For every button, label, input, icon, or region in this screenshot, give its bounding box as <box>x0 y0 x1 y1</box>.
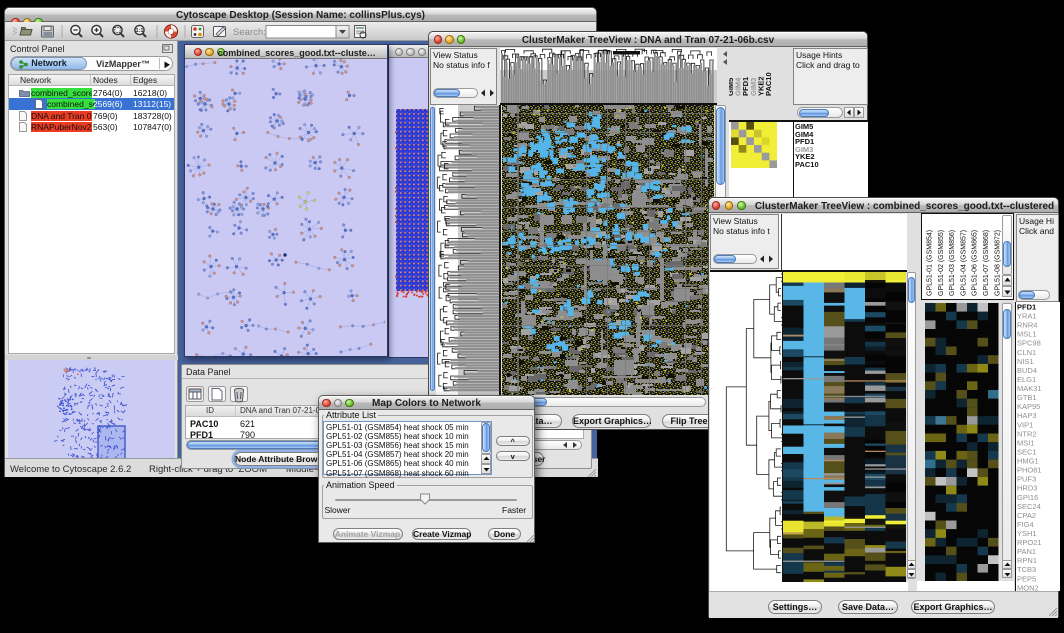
svg-text:GPL51-03 (GSM856): GPL51-03 (GSM856) <box>949 230 956 296</box>
svg-text:HAP3: HAP3 <box>1017 411 1037 420</box>
svg-text:MSI1: MSI1 <box>1017 438 1035 447</box>
svg-text:HMG1: HMG1 <box>1017 457 1039 466</box>
svg-text:GPI16: GPI16 <box>1017 493 1038 502</box>
svg-text:YSH1: YSH1 <box>1017 529 1037 538</box>
svg-text:PEP5: PEP5 <box>1017 574 1036 583</box>
svg-text:NTR2: NTR2 <box>1017 429 1037 438</box>
svg-text:RNR4: RNR4 <box>1017 321 1037 330</box>
svg-text:MON2: MON2 <box>1017 583 1039 591</box>
svg-text:HRD3: HRD3 <box>1017 484 1037 493</box>
svg-text:PUF3: PUF3 <box>1017 475 1036 484</box>
svg-text:RPN1: RPN1 <box>1017 556 1037 565</box>
svg-text:CLN1: CLN1 <box>1017 348 1036 357</box>
svg-text:PHO81: PHO81 <box>1017 466 1042 475</box>
svg-text:VIP1: VIP1 <box>1017 420 1033 429</box>
svg-text:YRA1: YRA1 <box>1017 312 1037 321</box>
svg-text:RPO21: RPO21 <box>1017 538 1042 547</box>
svg-text:NIS1: NIS1 <box>1017 357 1034 366</box>
svg-text:BUD4: BUD4 <box>1017 366 1037 375</box>
svg-text:GPL51-04 (GSM857): GPL51-04 (GSM857) <box>960 230 967 296</box>
svg-text:SEC24: SEC24 <box>1017 502 1041 511</box>
svg-text:PFD1: PFD1 <box>1017 303 1036 312</box>
svg-text:GPL51-08 (GSM872): GPL51-08 (GSM872) <box>994 230 1001 296</box>
svg-text:GTB1: GTB1 <box>1017 393 1037 402</box>
svg-text:1:1: 1:1 <box>136 28 144 34</box>
svg-text:GPL51-06 (GSM865): GPL51-06 (GSM865) <box>972 230 979 296</box>
svg-text:SEC1: SEC1 <box>1017 448 1037 457</box>
svg-text:GPL51-02 (GSM855): GPL51-02 (GSM855) <box>938 230 945 296</box>
svg-text:KAP95: KAP95 <box>1017 402 1040 411</box>
svg-text:GPL51-07 (GSM868): GPL51-07 (GSM868) <box>983 230 990 296</box>
svg-text:PAC10: PAC10 <box>764 72 773 96</box>
svg-text:ELG1: ELG1 <box>1017 375 1036 384</box>
svg-text:MSL1: MSL1 <box>1017 330 1037 339</box>
svg-text:CPA2: CPA2 <box>1017 511 1036 520</box>
svg-text:MAK31: MAK31 <box>1017 384 1042 393</box>
svg-text:FIG4: FIG4 <box>1017 520 1034 529</box>
svg-text:SPC98: SPC98 <box>1017 339 1041 348</box>
svg-text:Search:: Search: <box>233 27 266 38</box>
svg-text:PAN1: PAN1 <box>1017 547 1036 556</box>
svg-text:TCB3: TCB3 <box>1017 565 1036 574</box>
svg-text:GPL51-01 (GSM854): GPL51-01 (GSM854) <box>927 230 934 296</box>
